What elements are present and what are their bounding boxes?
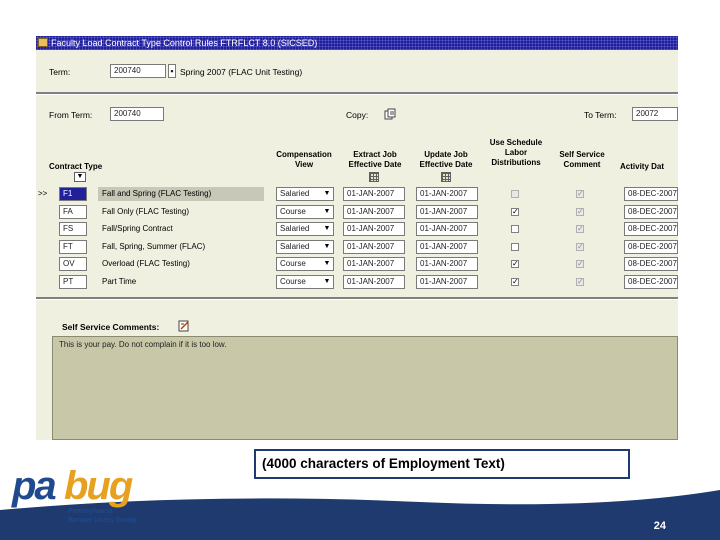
logo-line-2: Banner Users Group — [68, 517, 137, 524]
compensation-view-select[interactable]: Course ▼ — [276, 275, 334, 289]
use-schedule-checkbox[interactable]: ✓ — [511, 260, 519, 268]
compensation-view-select[interactable]: Salaried ▼ — [276, 222, 334, 236]
contract-code-field[interactable]: F1 — [59, 187, 87, 201]
update-job-date-field[interactable]: 01-JAN-2007 — [416, 257, 478, 271]
self-service-comments-label: Self Service Comments: — [62, 322, 160, 332]
copy-icon[interactable] — [384, 107, 396, 120]
activity-date-field[interactable]: 08-DEC-2007 — [624, 205, 678, 219]
from-term-input[interactable]: 200740 — [110, 107, 164, 121]
contract-description: Fall/Spring Contract — [102, 224, 173, 233]
chevron-down-icon[interactable]: ▼ — [322, 189, 332, 199]
contract-description: Fall, Spring, Summer (FLAC) — [102, 242, 206, 251]
contract-code-field[interactable]: FS — [59, 222, 87, 236]
header-activity-date: Activity Dat — [620, 162, 665, 171]
compensation-value: Course — [280, 277, 306, 286]
self-service-checkbox[interactable]: ✓ — [576, 278, 584, 286]
contract-code-field[interactable]: FA — [59, 205, 87, 219]
contract-code-field[interactable]: OV — [59, 257, 87, 271]
use-schedule-checkbox[interactable]: ✓ — [511, 208, 519, 216]
activity-date-field[interactable]: 08-DEC-2007 — [624, 222, 678, 236]
update-job-date-field[interactable]: 01-JAN-2007 — [416, 187, 478, 201]
header-update-job-date: Update Job Effective Date — [419, 150, 473, 169]
header-use-schedule-labor: Use Schedule Labor Distributions — [489, 138, 543, 167]
contract-description: Fall and Spring (FLAC Testing) — [102, 189, 212, 198]
extract-job-date-field[interactable]: 01-JAN-2007 — [343, 240, 405, 254]
logo-word-pa: pa — [12, 464, 57, 508]
contract-type-dropdown-icon[interactable]: ▼ — [74, 172, 86, 182]
compensation-view-select[interactable]: Salaried ▼ — [276, 240, 334, 254]
to-term-input[interactable]: 20072 — [632, 107, 678, 121]
logo-line-1: Pennsylvania — [68, 508, 113, 515]
term-input[interactable]: 200740 — [110, 64, 166, 78]
term-description: Spring 2007 (FLAC Unit Testing) — [180, 67, 303, 77]
header-extract-job-date: Extract Job Effective Date — [348, 150, 402, 169]
separator — [36, 92, 678, 95]
self-service-checkbox[interactable]: ✓ — [576, 243, 584, 251]
update-job-date-field[interactable]: 01-JAN-2007 — [416, 240, 478, 254]
compensation-view-select[interactable]: Course ▼ — [276, 205, 334, 219]
term-search-button[interactable]: ▪ — [168, 64, 176, 78]
extract-job-date-field[interactable]: 01-JAN-2007 — [343, 257, 405, 271]
logo-word-bug: bug — [64, 464, 133, 508]
use-schedule-checkbox[interactable] — [511, 190, 519, 198]
extract-job-date-field[interactable]: 01-JAN-2007 — [343, 205, 405, 219]
contract-description: Overload (FLAC Testing) — [102, 259, 190, 268]
activity-date-field[interactable]: 08-DEC-2007 — [624, 187, 678, 201]
window-title-bar: Faculty Load Contract Type Control Rules… — [36, 36, 678, 50]
update-job-date-field[interactable]: 01-JAN-2007 — [416, 222, 478, 236]
compensation-value: Salaried — [280, 242, 310, 251]
use-schedule-checkbox[interactable]: ✓ — [511, 278, 519, 286]
page-number: 24 — [653, 520, 666, 532]
copy-label: Copy: — [346, 110, 369, 120]
chevron-down-icon[interactable]: ▼ — [322, 207, 332, 217]
header-contract-type: Contract Type — [49, 162, 103, 171]
to-term-label: To Term: — [584, 110, 617, 120]
compensation-value: Course — [280, 259, 306, 268]
chevron-down-icon[interactable]: ▼ — [322, 224, 332, 234]
contract-description: Fall Only (FLAC Testing) — [102, 207, 189, 216]
extract-job-date-field[interactable]: 01-JAN-2007 — [343, 187, 405, 201]
calendar-icon[interactable] — [441, 172, 451, 182]
chevron-down-icon[interactable]: ▼ — [322, 277, 332, 287]
from-term-label: From Term: — [49, 110, 93, 120]
contract-code-field[interactable]: FT — [59, 240, 87, 254]
use-schedule-checkbox[interactable] — [511, 225, 519, 233]
extract-job-date-field[interactable]: 01-JAN-2007 — [343, 275, 405, 289]
compensation-view-select[interactable]: Salaried ▼ — [276, 187, 334, 201]
header-self-service-comment: Self Service Comment — [559, 150, 605, 169]
current-row-marker: >> — [38, 189, 48, 198]
extract-job-date-field[interactable]: 01-JAN-2007 — [343, 222, 405, 236]
calendar-icon[interactable] — [369, 172, 379, 182]
window-title: Faculty Load Contract Type Control Rules… — [51, 38, 318, 48]
compensation-value: Course — [280, 207, 306, 216]
term-label: Term: — [49, 67, 71, 77]
compensation-value: Salaried — [280, 189, 310, 198]
self-service-checkbox[interactable]: ✓ — [576, 190, 584, 198]
update-job-date-field[interactable]: 01-JAN-2007 — [416, 205, 478, 219]
header-compensation-view: Compensation View — [276, 150, 332, 169]
contract-code-field[interactable]: PT — [59, 275, 87, 289]
employment-text-note: (4000 characters of Employment Text) — [254, 449, 630, 479]
contract-description: Part Time — [102, 277, 137, 286]
compensation-value: Salaried — [280, 224, 310, 233]
separator — [36, 297, 678, 300]
edit-note-icon[interactable] — [178, 319, 190, 332]
self-service-checkbox[interactable]: ✓ — [576, 208, 584, 216]
update-job-date-field[interactable]: 01-JAN-2007 — [416, 275, 478, 289]
activity-date-field[interactable]: 08-DEC-2007 — [624, 240, 678, 254]
window-icon — [38, 38, 48, 47]
chevron-down-icon[interactable]: ▼ — [322, 242, 332, 252]
compensation-view-select[interactable]: Course ▼ — [276, 257, 334, 271]
self-service-comments-textarea[interactable]: This is your pay. Do not complain if it … — [52, 336, 678, 440]
activity-date-field[interactable]: 08-DEC-2007 — [624, 275, 678, 289]
activity-date-field[interactable]: 08-DEC-2007 — [624, 257, 678, 271]
self-service-checkbox[interactable]: ✓ — [576, 225, 584, 233]
pabug-logo: pa bug Pennsylvania Banner Users Group — [12, 466, 152, 536]
use-schedule-checkbox[interactable] — [511, 243, 519, 251]
self-service-checkbox[interactable]: ✓ — [576, 260, 584, 268]
chevron-down-icon[interactable]: ▼ — [322, 259, 332, 269]
